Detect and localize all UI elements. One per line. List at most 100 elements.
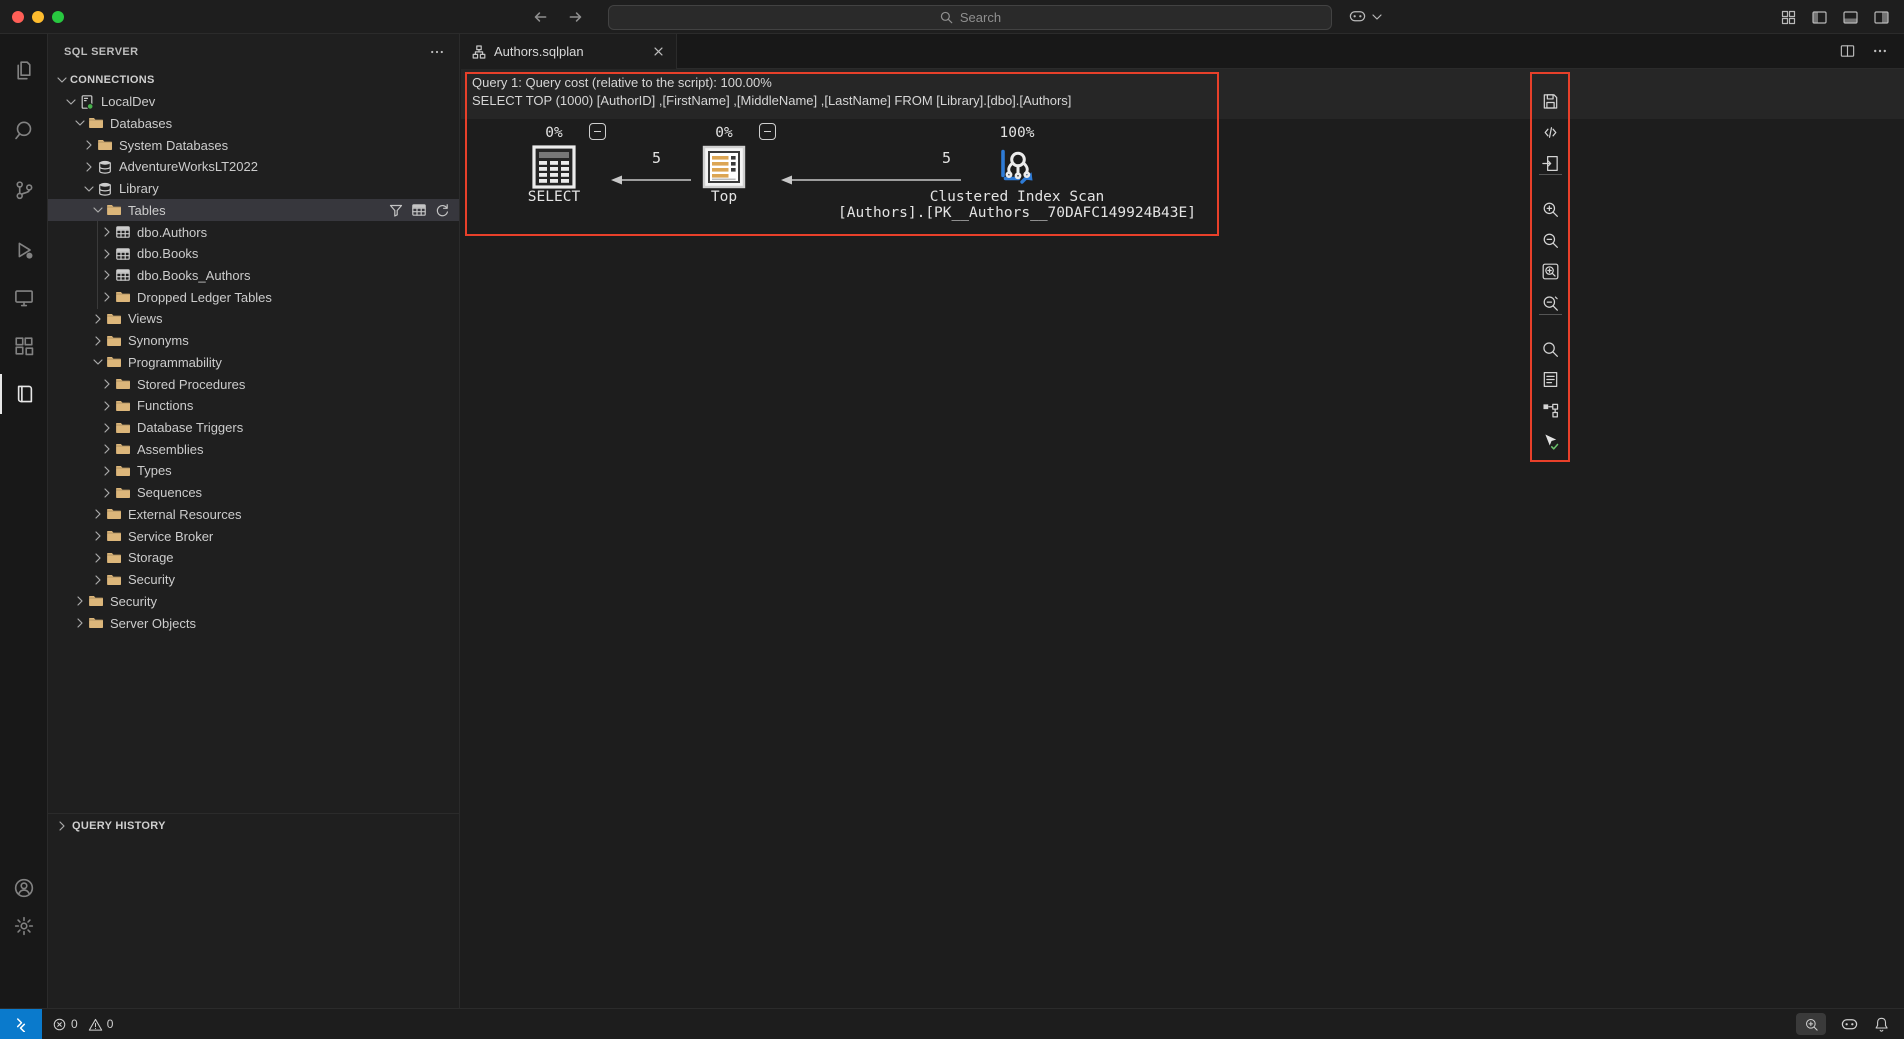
activitybar-remote-explorer-icon[interactable] bbox=[0, 278, 47, 318]
inline-actions bbox=[388, 202, 450, 218]
forward-button[interactable] bbox=[566, 7, 586, 27]
activitybar-run-debug-icon[interactable] bbox=[0, 230, 47, 270]
actual-plan-button[interactable] bbox=[1537, 428, 1563, 454]
folder-icon bbox=[115, 485, 131, 501]
chevron-right-icon bbox=[90, 572, 106, 588]
more-button[interactable] bbox=[1872, 43, 1888, 60]
tree-item-views[interactable]: Views bbox=[48, 308, 459, 330]
chevron-right-icon bbox=[99, 398, 115, 414]
compare-plan-button[interactable] bbox=[1537, 396, 1563, 422]
open-plan-button[interactable] bbox=[1537, 150, 1563, 176]
show-xml-button[interactable] bbox=[1537, 119, 1563, 145]
activitybar-sql-server-icon[interactable] bbox=[0, 374, 49, 414]
problems-indicator[interactable]: 0 0 bbox=[52, 1017, 119, 1032]
tree-item-external-resources[interactable]: External Resources bbox=[48, 503, 459, 525]
remote-indicator[interactable] bbox=[0, 1009, 42, 1039]
edge-rows-label: 5 bbox=[652, 149, 662, 167]
tree-item-types[interactable]: Types bbox=[48, 460, 459, 482]
tree-item-functions[interactable]: Functions bbox=[48, 395, 459, 417]
save-button[interactable] bbox=[1537, 88, 1563, 114]
zoom-out-button[interactable] bbox=[1537, 227, 1563, 253]
close-tab-icon[interactable] bbox=[651, 44, 666, 59]
sidebar-more-button[interactable] bbox=[429, 44, 445, 60]
plan-node-select[interactable]: 0% SELECT bbox=[474, 125, 634, 205]
minimize-control[interactable] bbox=[32, 11, 44, 23]
copilot-menu[interactable] bbox=[1348, 7, 1385, 26]
tree-item-synonyms[interactable]: Synonyms bbox=[48, 330, 459, 352]
tree-item-assemblies[interactable]: Assemblies bbox=[48, 438, 459, 460]
chevron-right-icon bbox=[90, 311, 106, 327]
tree-item-label: Assemblies bbox=[137, 441, 204, 457]
tree-item-library[interactable]: Library bbox=[48, 178, 459, 200]
zoom-in-button[interactable] bbox=[1537, 196, 1563, 222]
tree-item-storage[interactable]: Storage bbox=[48, 547, 459, 569]
activitybar-explorer-icon[interactable] bbox=[0, 50, 47, 90]
chevron-right-icon bbox=[90, 550, 106, 566]
plan-edge[interactable] bbox=[607, 171, 693, 189]
activitybar-settings-icon[interactable] bbox=[0, 906, 47, 946]
properties-button[interactable] bbox=[1537, 366, 1563, 392]
activitybar-accounts-icon[interactable] bbox=[0, 868, 47, 908]
folder-icon bbox=[106, 202, 122, 218]
zoom-to-fit-button[interactable] bbox=[1537, 258, 1563, 284]
window-controls[interactable] bbox=[12, 11, 64, 23]
panel-left-icon[interactable] bbox=[1810, 8, 1828, 26]
tree-item-dbo-books-authors[interactable]: dbo.Books_Authors bbox=[48, 264, 459, 286]
back-button[interactable] bbox=[530, 7, 550, 27]
panel-bottom-icon[interactable] bbox=[1841, 8, 1859, 26]
tree-item-service-broker[interactable]: Service Broker bbox=[48, 525, 459, 547]
tree-item-sequences[interactable]: Sequences bbox=[48, 482, 459, 504]
tree-item-databases[interactable]: Databases bbox=[48, 112, 459, 134]
zoom-control[interactable] bbox=[52, 11, 64, 23]
split-editor-button[interactable] bbox=[1839, 43, 1856, 60]
tree-item-system-databases[interactable]: System Databases bbox=[48, 134, 459, 156]
tree-item-label: Programmability bbox=[128, 354, 222, 370]
custom-zoom-button[interactable] bbox=[1537, 290, 1563, 316]
layout-grid-icon[interactable] bbox=[1779, 8, 1797, 26]
status-bar: 0 0 bbox=[0, 1008, 1904, 1039]
find-node-button[interactable] bbox=[1537, 336, 1563, 362]
tree-item-security[interactable]: Security bbox=[48, 569, 459, 591]
toolbar-divider bbox=[1539, 314, 1562, 315]
chevron-right-icon bbox=[90, 333, 106, 349]
collapse-node-button[interactable] bbox=[589, 123, 606, 140]
refresh-action-icon[interactable] bbox=[434, 202, 450, 218]
tree-item-security[interactable]: Security bbox=[48, 590, 459, 612]
tree-item-programmability[interactable]: Programmability bbox=[48, 351, 459, 373]
copilot-icon[interactable] bbox=[1840, 1015, 1859, 1034]
operator-cost: 100% bbox=[999, 125, 1035, 141]
bell-icon[interactable] bbox=[1873, 1016, 1890, 1033]
close-control[interactable] bbox=[12, 11, 24, 23]
tree-item-server-objects[interactable]: Server Objects bbox=[48, 612, 459, 634]
activitybar-source-control-icon[interactable] bbox=[0, 170, 47, 210]
activitybar-search-icon[interactable] bbox=[0, 110, 47, 150]
tree-item-adventureworkslt2022[interactable]: AdventureWorksLT2022 bbox=[48, 156, 459, 178]
search-box[interactable]: Search bbox=[608, 5, 1332, 30]
tree-item-tables[interactable]: Tables bbox=[48, 199, 459, 222]
query-history-section[interactable]: QUERY HISTORY bbox=[48, 813, 459, 838]
activity-bar bbox=[0, 34, 48, 1008]
collapse-node-button[interactable] bbox=[759, 123, 776, 140]
tree-item-label: Tables bbox=[128, 202, 166, 218]
plan-edge[interactable] bbox=[777, 171, 963, 189]
tab-authors-sqlplan[interactable]: Authors.sqlplan bbox=[461, 34, 677, 69]
tree-item-dropped-ledger-tables[interactable]: Dropped Ledger Tables bbox=[48, 286, 459, 308]
tree-item-stored-procedures[interactable]: Stored Procedures bbox=[48, 373, 459, 395]
edge-rows-label: 5 bbox=[942, 149, 952, 167]
tree-item-connections[interactable]: CONNECTIONS bbox=[48, 69, 459, 91]
tree-item-dbo-authors[interactable]: dbo.Authors bbox=[48, 221, 459, 243]
search-icon bbox=[939, 10, 954, 25]
chevron-right-icon bbox=[54, 818, 70, 834]
chevron-down-icon bbox=[90, 354, 106, 370]
tree-item-dbo-books[interactable]: dbo.Books bbox=[48, 243, 459, 265]
plan-node-top[interactable]: 0% Top bbox=[644, 125, 804, 205]
filter-action-icon[interactable] bbox=[388, 202, 404, 218]
tree-item-localdev[interactable]: LocalDev bbox=[48, 91, 459, 113]
zoom-status-icon[interactable] bbox=[1796, 1013, 1826, 1035]
panel-right-icon[interactable] bbox=[1872, 8, 1890, 26]
table-action-icon[interactable] bbox=[411, 202, 427, 218]
activitybar-extensions-icon[interactable] bbox=[0, 326, 47, 366]
history-nav bbox=[530, 7, 586, 27]
tree-item-label: dbo.Books_Authors bbox=[137, 267, 251, 283]
tree-item-database-triggers[interactable]: Database Triggers bbox=[48, 417, 459, 439]
